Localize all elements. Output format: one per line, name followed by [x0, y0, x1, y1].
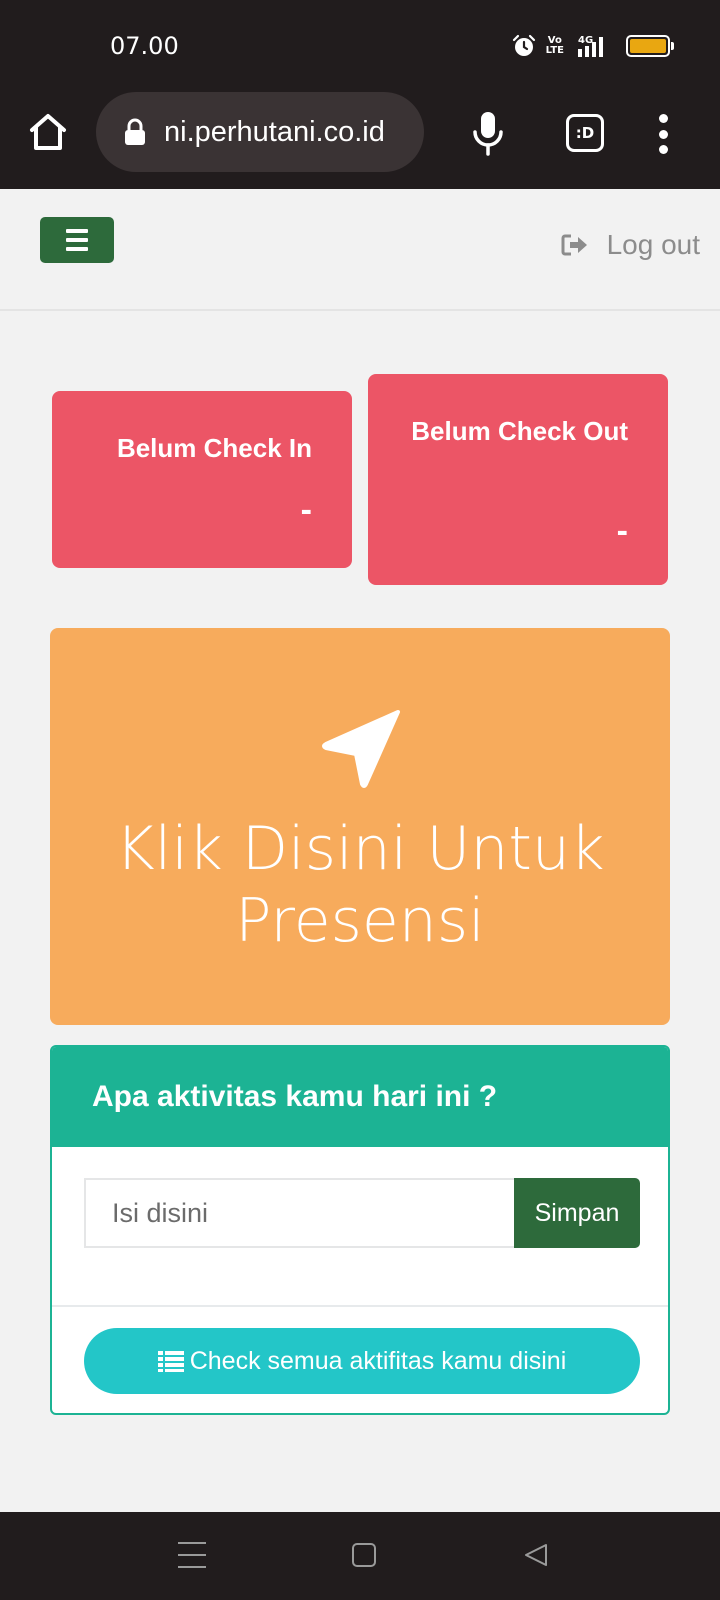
battery-icon: [626, 35, 674, 57]
check-out-label: Belum Check Out: [411, 416, 628, 446]
presensi-label: Klik Disini Untuk Presensi: [115, 814, 605, 956]
recent-apps-icon[interactable]: [178, 1542, 206, 1568]
logout-link[interactable]: Log out: [561, 229, 700, 261]
volte-icon: Vo LTE: [545, 35, 564, 56]
logout-label: Log out: [606, 229, 700, 260]
check-in-label: Belum Check In: [116, 433, 312, 463]
alarm-icon: [512, 34, 535, 56]
home-icon[interactable]: [26, 110, 70, 154]
check-out-card: Belum Check Out -: [368, 374, 668, 585]
status-time: 07.00: [110, 32, 179, 60]
location-arrow-icon: [322, 710, 400, 788]
activity-panel: Apa aktivitas kamu hari ini ? Simpan Che…: [50, 1045, 670, 1415]
list-icon: [157, 1351, 184, 1372]
app-header: Log out: [0, 189, 720, 311]
divider: [52, 1305, 668, 1307]
presensi-button[interactable]: Klik Disini Untuk Presensi: [50, 628, 670, 1025]
status-icons: Vo LTE 4G: [512, 34, 674, 58]
check-in-card: Belum Check In -: [52, 391, 352, 568]
activity-input[interactable]: [84, 1178, 514, 1248]
mic-icon[interactable]: [470, 110, 506, 156]
sign-out-icon: [561, 234, 587, 256]
menu-button[interactable]: [40, 217, 114, 263]
url-bar[interactable]: ni.perhutani.co.id: [96, 92, 424, 172]
more-icon[interactable]: [656, 114, 670, 154]
check-out-value: -: [616, 512, 628, 550]
back-icon[interactable]: [522, 1541, 550, 1569]
system-nav-bar: [0, 1512, 720, 1600]
tabs-button[interactable]: :D: [566, 114, 604, 152]
check-in-value: -: [300, 491, 312, 529]
lock-icon: [125, 118, 145, 145]
svg-text:4G: 4G: [578, 35, 593, 46]
activity-form: Simpan: [84, 1178, 640, 1248]
signal-icon: 4G: [578, 35, 603, 57]
home-nav-icon[interactable]: [352, 1543, 376, 1567]
view-all-label: Check semua aktifitas kamu disini: [189, 1346, 567, 1375]
menu-icon: [66, 229, 88, 233]
view-all-activities-button[interactable]: Check semua aktifitas kamu disini: [84, 1328, 640, 1394]
activity-title: Apa aktivitas kamu hari ini ?: [52, 1047, 668, 1147]
url-text: ni.perhutani.co.id: [164, 115, 385, 148]
save-button[interactable]: Simpan: [514, 1178, 640, 1248]
browser-chrome: 07.00 Vo LTE 4G ni.perhutani.co.id:D: [0, 0, 720, 189]
